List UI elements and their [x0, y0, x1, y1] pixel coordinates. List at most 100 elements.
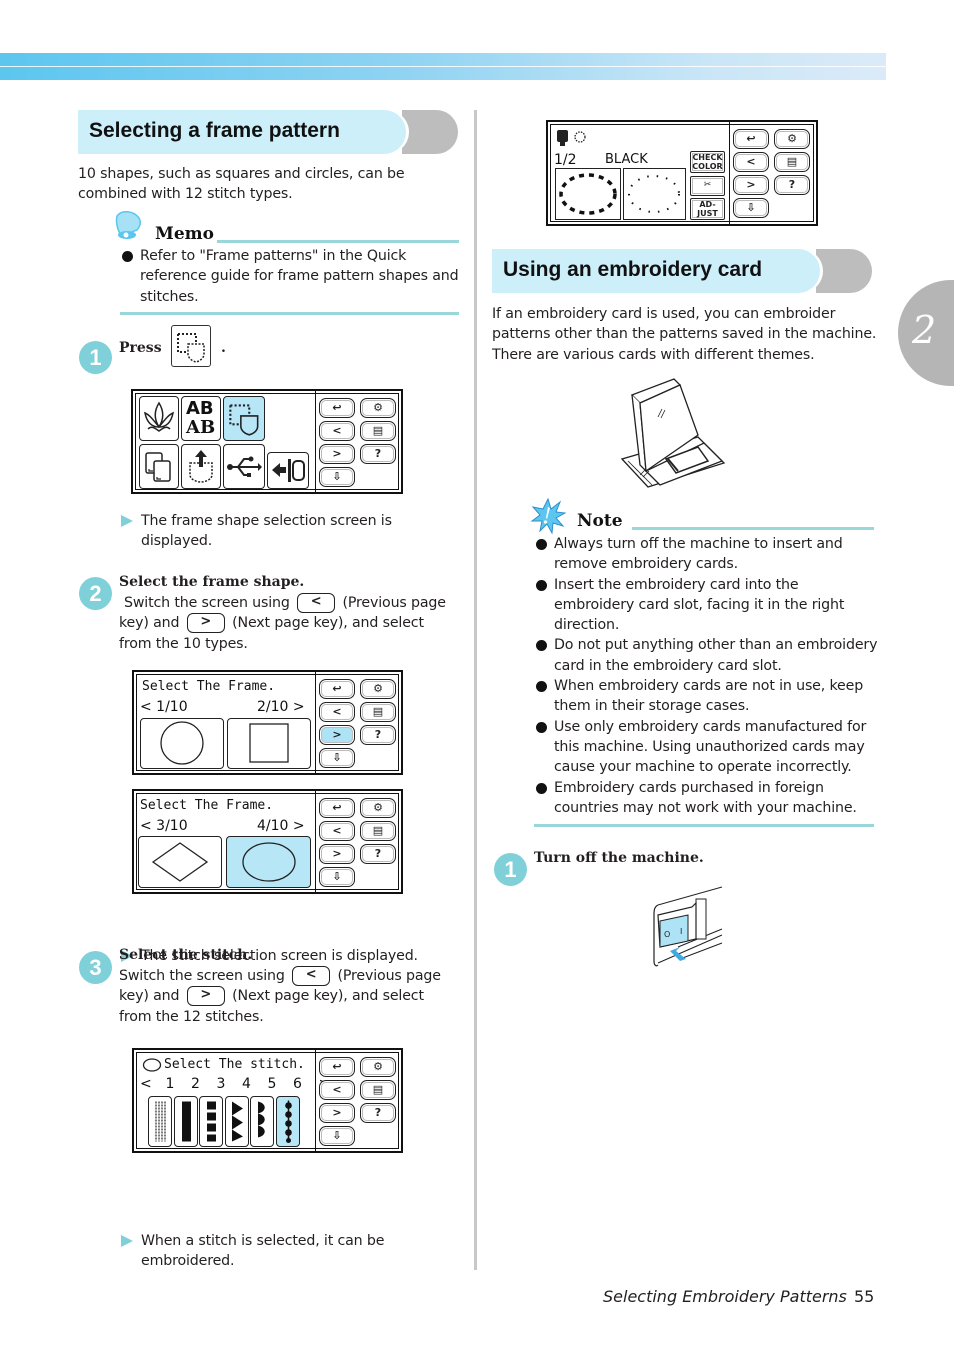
circle-shape-icon — [160, 721, 204, 765]
help-icon: ? — [374, 447, 382, 460]
next-page-button[interactable]: > — [319, 1103, 355, 1123]
prev-page-button[interactable]: < — [319, 821, 355, 841]
help-button[interactable]: ? — [774, 175, 810, 195]
pocket-download-icon: ⇩ — [332, 751, 342, 764]
help-button[interactable]: ? — [360, 444, 396, 464]
back-arrow-icon: ↩ — [332, 1060, 342, 1073]
machine-setting-button[interactable]: ⚙ — [360, 1057, 396, 1077]
switch-off-label: O — [664, 930, 670, 939]
character-tile[interactable]: AB AB — [181, 396, 221, 441]
machine-setting-button[interactable]: ⚙ — [360, 798, 396, 818]
memory-tile[interactable] — [139, 444, 179, 489]
stitch-pattern-icon — [181, 1101, 191, 1142]
mode-change-button[interactable]: ⇩ — [319, 867, 355, 887]
help-button[interactable]: ? — [360, 1103, 396, 1123]
mode-change-button[interactable]: ⇩ — [319, 1126, 355, 1146]
stitch-type-tile-6[interactable] — [275, 1096, 300, 1147]
thread-cut-button[interactable]: ✂ — [690, 176, 725, 196]
manual-button[interactable]: ▤ — [360, 1080, 396, 1100]
pocket-download-icon: ⇩ — [332, 870, 342, 883]
dotted-oval-icon — [628, 175, 680, 213]
lcd-main-menu: AB AB ↩ ⚙ < ▤ > ? ⇩ — [131, 389, 403, 494]
prev-page-button[interactable]: < — [733, 152, 769, 172]
frame-shape-square[interactable] — [227, 718, 311, 769]
frame-shape-diamond[interactable] — [138, 836, 222, 888]
section-header-tab — [402, 110, 458, 154]
back-button[interactable]: ↩ — [319, 1057, 355, 1077]
pocket-tile[interactable] — [181, 444, 221, 489]
embroidery-pattern-tile[interactable] — [139, 396, 179, 441]
mode-change-button[interactable]: ⇩ — [733, 198, 769, 218]
stitch-pattern-icon — [155, 1101, 166, 1142]
lcd-stitch-select: Select The stitch. <123456> ↩ ⚙ < ▤ > ? … — [132, 1048, 403, 1153]
chapter-number: 2 — [912, 308, 937, 352]
stitch-type-tile-5[interactable] — [250, 1096, 274, 1147]
manual-button[interactable]: ▤ — [774, 152, 810, 172]
stitch-type-tile-4[interactable] — [224, 1096, 249, 1147]
next-page-button[interactable]: > — [319, 844, 355, 864]
machine-setting-button[interactable]: ⚙ — [360, 398, 396, 418]
adjust-button[interactable]: AD- JUST — [690, 198, 725, 220]
stitch-type-tile-2[interactable] — [173, 1096, 198, 1147]
diamond-shape-icon — [151, 842, 209, 882]
back-arrow-icon: ↩ — [746, 132, 756, 145]
frame-pattern-icon — [177, 333, 205, 363]
memo-bottom-rule — [120, 312, 459, 315]
stitch-type-tile-1[interactable] — [148, 1096, 172, 1147]
next-page-button[interactable]: > — [319, 725, 355, 745]
memo-item: Refer to "Frame patterns" in the Quick r… — [120, 246, 462, 307]
next-page-button[interactable]: > — [319, 444, 355, 464]
stitch-page-arrow: < — [140, 1076, 152, 1092]
back-button[interactable]: ↩ — [319, 398, 355, 418]
mode-change-button[interactable]: ⇩ — [319, 467, 355, 487]
pattern-preview-dotted — [623, 168, 686, 220]
machine-setting-button[interactable]: ⚙ — [360, 679, 396, 699]
next-page-key-inline: > — [186, 986, 225, 1007]
step-1-result: The frame shape selection screen is disp… — [119, 511, 429, 552]
frame-pattern-tile[interactable] — [223, 396, 265, 441]
manual-button[interactable]: ▤ — [360, 821, 396, 841]
stitch-number-label: 1 — [165, 1076, 175, 1092]
back-button[interactable]: ↩ — [319, 679, 355, 699]
sewing-machine-icon: ⚙ — [373, 1060, 383, 1073]
prev-page-button[interactable]: < — [319, 702, 355, 722]
pocket-upload-icon — [189, 450, 213, 483]
note-starburst-icon — [530, 497, 567, 535]
stitch-number-label: 6 — [293, 1076, 302, 1092]
pattern-preview-dashed — [555, 168, 621, 220]
header-bar-line — [0, 66, 886, 67]
document-icon: ▤ — [372, 424, 384, 437]
mode-change-button[interactable]: ⇩ — [319, 748, 355, 768]
usb-tile[interactable] — [223, 444, 265, 489]
frame-shape-circle[interactable] — [140, 718, 224, 769]
frame-shape-oval[interactable] — [226, 836, 311, 888]
manual-button[interactable]: ▤ — [360, 421, 396, 441]
pocket-download-icon: ⇩ — [332, 1129, 342, 1142]
help-icon: ? — [374, 728, 382, 741]
sewing-machine-icon: ⚙ — [373, 401, 383, 414]
help-button[interactable]: ? — [360, 844, 396, 864]
prev-page-button[interactable]: < — [319, 421, 355, 441]
ab-serif-glyph: AB — [186, 417, 216, 438]
check-color-button[interactable]: CHECK COLOR — [690, 151, 725, 173]
stitch-type-tile-3[interactable] — [199, 1096, 223, 1147]
prev-page-key-inline: < — [292, 966, 331, 986]
machine-setting-button[interactable]: ⚙ — [774, 129, 810, 149]
stitch-number-label: 3 — [216, 1076, 226, 1092]
back-button[interactable]: ↩ — [733, 129, 769, 149]
dashed-oval-icon — [559, 173, 617, 215]
column-divider — [474, 110, 477, 1270]
ab-glyph: AB — [186, 398, 214, 419]
frame-pattern-key[interactable] — [171, 325, 211, 367]
step-2-badge: 2 — [79, 577, 112, 610]
back-button[interactable]: ↩ — [319, 798, 355, 818]
next-page-button[interactable]: > — [733, 175, 769, 195]
note-label: Note — [577, 511, 623, 531]
help-button[interactable]: ? — [360, 725, 396, 745]
manual-button[interactable]: ▤ — [360, 702, 396, 722]
prev-page-button[interactable]: < — [319, 1080, 355, 1100]
prev-page-key-inline: < — [297, 593, 336, 613]
bullet-icon — [536, 721, 547, 733]
card-tile[interactable] — [267, 452, 309, 489]
next-page-key-inline: > — [186, 613, 225, 634]
